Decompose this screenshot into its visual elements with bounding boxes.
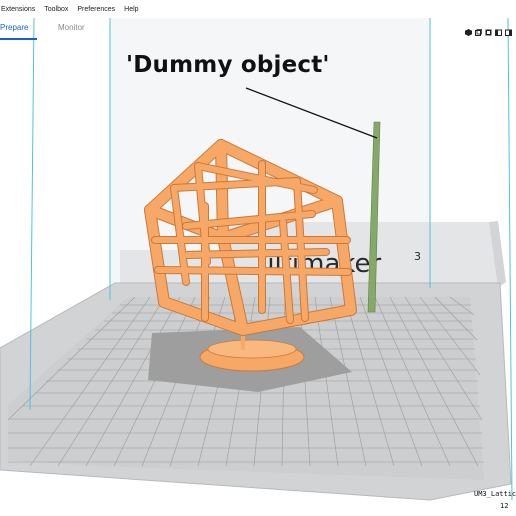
front-view-icon[interactable] <box>475 23 482 36</box>
top-view-icon[interactable] <box>485 23 492 36</box>
view-orientation-controls <box>465 23 512 36</box>
object-name: UM3_Lattice_C <box>474 490 516 498</box>
tab-monitor[interactable]: Monitor <box>58 20 85 40</box>
printer-branding-superscript: 3 <box>414 250 421 263</box>
left-view-icon[interactable] <box>495 23 502 36</box>
model-base-top <box>207 339 297 359</box>
3d-view-icon[interactable] <box>465 23 472 36</box>
dummy-object-annotation: 'Dummy object' <box>126 52 330 78</box>
object-dimensions: 12 <box>500 502 509 510</box>
right-view-icon[interactable] <box>505 23 512 36</box>
tab-prepare[interactable]: Prepare <box>0 20 42 40</box>
stage-tabs: Prepare Monitor <box>0 20 85 40</box>
